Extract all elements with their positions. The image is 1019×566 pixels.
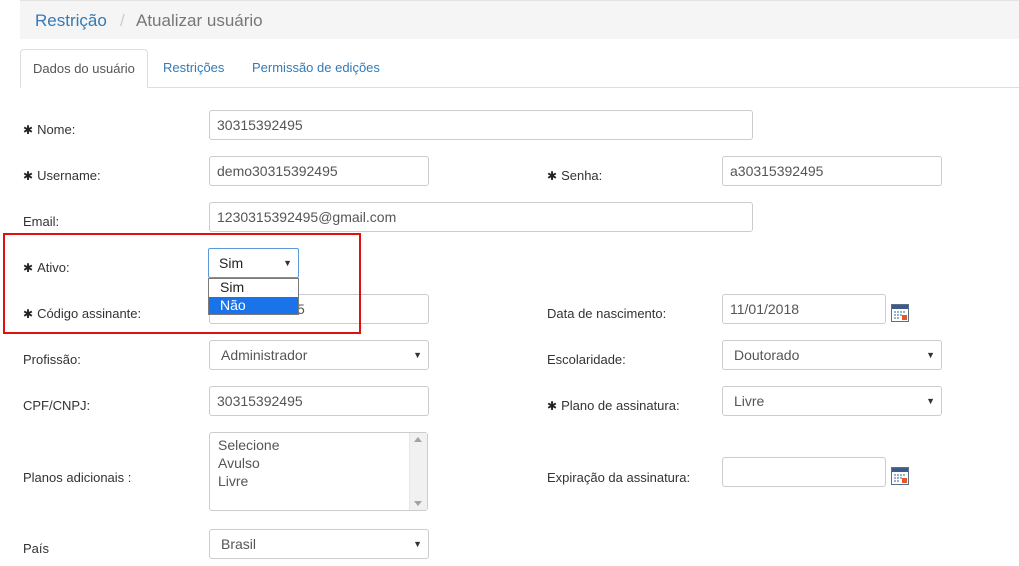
chevron-down-icon: ▼ — [926, 396, 935, 406]
escolaridade-selected: Doutorado — [734, 347, 800, 363]
username-input[interactable]: demo30315392495 — [209, 156, 429, 186]
scroll-down-arrow-icon[interactable] — [414, 501, 422, 506]
nome-label-text: Nome: — [37, 122, 76, 137]
email-label: Email: — [23, 214, 60, 229]
expiracao-assinatura-input[interactable] — [722, 457, 886, 487]
ativo-dropdown-menu: Sim Não — [208, 278, 299, 315]
tab-permissao-de-edicoes[interactable]: Permissão de edições — [240, 49, 392, 87]
tab-dados-do-usuario[interactable]: Dados do usuário — [20, 49, 148, 88]
senha-label-text: Senha: — [561, 168, 603, 183]
ativo-selected: Sim — [219, 255, 244, 271]
planos-adicionais-label: Planos adicionais : — [23, 470, 132, 485]
calendar-icon[interactable] — [891, 304, 909, 322]
email-input[interactable]: 1230315392495@gmail.com — [209, 202, 753, 232]
tab-bar: Dados do usuário Restrições Permissão de… — [20, 49, 1019, 88]
ativo-label: ✱ Ativo: — [23, 260, 70, 275]
username-label: ✱ Username: — [23, 168, 101, 183]
plano-assinatura-label: ✱ Plano de assinatura: — [547, 398, 680, 413]
breadcrumb-link-restricao[interactable]: Restrição — [35, 11, 107, 31]
cpf-cnpj-input[interactable]: 30315392495 — [209, 386, 429, 416]
chevron-down-icon: ▼ — [413, 539, 422, 549]
cpf-cnpj-label: CPF/CNPJ: — [23, 398, 91, 413]
nome-input[interactable]: 30315392495 — [209, 110, 753, 140]
chevron-down-icon: ▼ — [283, 258, 292, 268]
senha-input[interactable]: a30315392495 — [722, 156, 942, 186]
profissao-select[interactable]: Administrador ▼ — [209, 340, 429, 370]
planos-adicionais-listbox[interactable]: Selecione Avulso Livre — [209, 432, 428, 511]
breadcrumb-current: Atualizar usuário — [136, 11, 263, 30]
codigo-assinante-label: ✱ Código assinante: — [23, 306, 141, 321]
breadcrumb-separator: / — [120, 11, 125, 30]
data-nascimento-label: Data de nascimento: — [547, 306, 667, 321]
profissao-label: Profissão: — [23, 352, 81, 367]
ativo-label-text: Ativo: — [37, 260, 70, 275]
plano-assinatura-select[interactable]: Livre ▼ — [722, 386, 942, 416]
nome-label: ✱ Nome: — [23, 122, 75, 137]
data-nascimento-input[interactable]: 11/01/2018 — [722, 294, 886, 324]
chevron-down-icon: ▼ — [926, 350, 935, 360]
chevron-down-icon: ▼ — [413, 350, 422, 360]
list-item[interactable]: Selecione — [218, 437, 280, 453]
username-label-text: Username: — [37, 168, 101, 183]
scroll-up-arrow-icon[interactable] — [414, 437, 422, 442]
escolaridade-select[interactable]: Doutorado ▼ — [722, 340, 942, 370]
senha-label: ✱ Senha: — [547, 168, 602, 183]
required-icon: ✱ — [23, 123, 34, 137]
breadcrumb: Restrição / Atualizar usuário — [20, 0, 1019, 39]
list-item[interactable]: Avulso — [218, 455, 260, 471]
required-icon: ✱ — [23, 307, 34, 321]
required-icon: ✱ — [23, 169, 34, 183]
scrollbar[interactable] — [409, 433, 427, 510]
list-item[interactable]: Livre — [218, 473, 248, 489]
tab-restricoes[interactable]: Restrições — [151, 49, 236, 87]
pais-selected: Brasil — [221, 536, 257, 552]
escolaridade-label: Escolaridade: — [547, 352, 626, 367]
calendar-icon[interactable] — [891, 467, 909, 485]
expiracao-assinatura-label: Expiração da assinatura: — [547, 470, 691, 485]
profissao-selected: Administrador — [221, 347, 308, 363]
required-icon: ✱ — [23, 261, 34, 275]
pais-select[interactable]: Brasil ▼ — [209, 529, 429, 559]
required-icon: ✱ — [547, 169, 558, 183]
pais-label: País — [23, 541, 50, 556]
plano-assinatura-label-text: Plano de assinatura: — [561, 398, 680, 413]
required-icon: ✱ — [547, 399, 558, 413]
plano-assinatura-selected: Livre — [734, 393, 765, 409]
ativo-option-sim[interactable]: Sim — [209, 279, 298, 296]
ativo-option-nao[interactable]: Não — [209, 297, 298, 314]
ativo-select[interactable]: Sim ▼ — [208, 248, 299, 278]
codigo-assinante-label-text: Código assinante: — [37, 306, 142, 321]
